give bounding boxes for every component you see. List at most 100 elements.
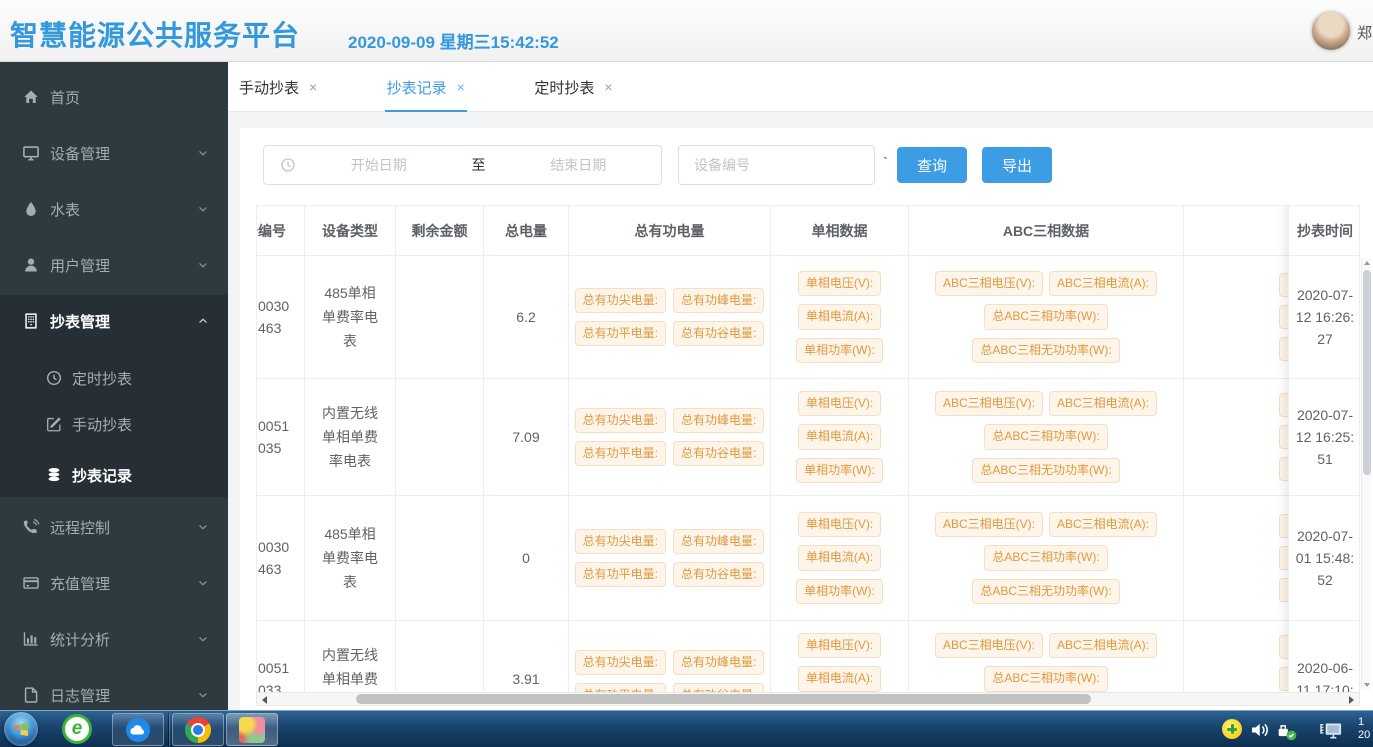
safety-360-tray-icon[interactable] bbox=[1222, 719, 1242, 739]
cell-device-type: 内置无线单相单费率电表 bbox=[305, 379, 396, 496]
sidebar-item-user-mgmt[interactable]: 用户管理 bbox=[0, 245, 228, 285]
clock-date-fragment: 20 bbox=[1358, 729, 1373, 742]
sidebar-item-statistics[interactable]: 统计分析 bbox=[0, 619, 228, 659]
usb-device-icon[interactable] bbox=[1275, 719, 1297, 741]
sidebar-item-remote-control[interactable]: 远程控制 bbox=[0, 507, 228, 547]
data-tag: 单相电压(V): bbox=[798, 633, 881, 658]
chevron-down-icon bbox=[196, 632, 210, 646]
water-drop-icon bbox=[22, 200, 40, 218]
query-button[interactable]: 查询 bbox=[897, 147, 967, 183]
table-row: 0030463 485单相单费率电表 6.2 总有功尖电量: 总有功峰电量: 总… bbox=[256, 256, 1360, 379]
sidebar-item-meter-reading-mgmt[interactable]: 抄表管理 bbox=[0, 301, 228, 341]
cell-device-type: 485单相单费率电表 bbox=[305, 256, 396, 379]
data-tag: 总有功峰电量: bbox=[673, 529, 764, 554]
database-icon bbox=[45, 466, 63, 484]
data-tag: ABC三相电压(V): bbox=[935, 271, 1043, 296]
data-tag: ABC三相电流(A): bbox=[1049, 633, 1157, 658]
export-button[interactable]: 导出 bbox=[982, 147, 1052, 183]
data-tag: ABC三相电压(V): bbox=[935, 633, 1043, 658]
taskbar-photos-button[interactable] bbox=[226, 713, 278, 746]
vertical-scrollbar bbox=[1361, 258, 1371, 690]
scroll-down-arrow[interactable] bbox=[1364, 683, 1370, 687]
chevron-down-icon bbox=[196, 576, 210, 590]
sidebar: 首页 设备管理 水表 用户管理 抄表管理 定时抄表 手动 bbox=[0, 62, 228, 710]
data-tag: 总ABC三相无功功率(W): bbox=[972, 458, 1119, 483]
start-date-placeholder: 开始日期 bbox=[296, 155, 462, 175]
sidebar-item-recharge-mgmt[interactable]: 充值管理 bbox=[0, 563, 228, 603]
username[interactable]: 郑 bbox=[1357, 22, 1372, 43]
scroll-right-arrow[interactable] bbox=[1349, 696, 1354, 704]
close-icon[interactable]: × bbox=[309, 79, 317, 95]
taskbar-clock[interactable]: 1 20 bbox=[1358, 716, 1373, 744]
device-number-input[interactable]: 设备编号 bbox=[678, 145, 875, 185]
table-scroll-content: 设备编号 设备类型 剩余金额 总电量 总有功电量 单相数据 ABC三相数据 00… bbox=[256, 206, 1360, 692]
sidebar-item-device-mgmt[interactable]: 设备管理 bbox=[0, 133, 228, 173]
data-tag: 总ABC三相功率(W): bbox=[984, 666, 1107, 691]
data-tag: 总ABC三相无功功率(W): bbox=[972, 579, 1119, 604]
data-tag: 总有功谷电量: bbox=[673, 683, 764, 692]
data-tag: 总ABC三相功率(W): bbox=[984, 304, 1107, 329]
chevron-down-icon bbox=[196, 258, 210, 272]
sidebar-item-log-mgmt[interactable]: 日志管理 bbox=[0, 675, 228, 715]
sidebar-item-water-meter[interactable]: 水表 bbox=[0, 189, 228, 229]
close-icon[interactable]: × bbox=[604, 79, 612, 95]
cell-single-phase-tags: 单相电压(V): 单相电流(A): 单相功率(W): bbox=[771, 379, 909, 496]
data-tag: 总有功尖电量: bbox=[575, 529, 666, 554]
bar-chart-icon bbox=[22, 630, 40, 648]
cell-device-no: 0051033 bbox=[256, 621, 305, 692]
data-tag: ABC三相电流(A): bbox=[1049, 391, 1157, 416]
cell-total-energy: 6.2 bbox=[484, 256, 569, 379]
table-row: 0051033 内置无线单相单费率电表 3.91 总有功尖电量: 总有功峰电量:… bbox=[256, 621, 1360, 692]
volume-icon[interactable] bbox=[1249, 719, 1271, 741]
data-tag: 总ABC三相无功功率(W): bbox=[972, 338, 1119, 363]
col-header-device-no: 设备编号 bbox=[256, 206, 305, 256]
user-avatar[interactable] bbox=[1311, 11, 1351, 51]
chevron-down-icon bbox=[196, 520, 210, 534]
data-tag: 单相电流(A): bbox=[798, 666, 881, 691]
scroll-left-arrow[interactable] bbox=[262, 696, 267, 704]
scroll-up-arrow[interactable] bbox=[1364, 261, 1370, 265]
taskbar-chrome-button[interactable] bbox=[172, 713, 224, 746]
cell-total-energy: 3.91 bbox=[484, 621, 569, 692]
fixed-column-body: 2020-07-12 16:26:27 2020-07-12 16:25:51 … bbox=[1289, 256, 1360, 692]
cell-balance bbox=[396, 379, 484, 496]
col-header-balance: 剩余金额 bbox=[396, 206, 484, 256]
chevron-down-icon bbox=[196, 202, 210, 216]
close-icon[interactable]: × bbox=[457, 79, 465, 95]
chevron-down-icon bbox=[196, 146, 210, 160]
cell-balance bbox=[396, 496, 484, 621]
cell-read-time: 2020-06-11 17:10: bbox=[1289, 621, 1360, 692]
data-tag: 总有功谷电量: bbox=[673, 321, 764, 346]
sidebar-item-scheduled-reading[interactable]: 定时抄表 bbox=[0, 358, 228, 398]
browser-360-button[interactable]: e bbox=[62, 714, 92, 744]
sidebar-item-reading-records[interactable]: 抄表记录 bbox=[0, 455, 228, 495]
data-tag: 单相电流(A): bbox=[798, 424, 881, 449]
end-date-placeholder: 结束日期 bbox=[496, 155, 662, 175]
sidebar-item-home[interactable]: 首页 bbox=[0, 77, 228, 117]
data-tag: 单相电压(V): bbox=[798, 271, 881, 296]
header-datetime: 2020-09-09 星期三15:42:52 bbox=[348, 28, 559, 53]
tab-scheduled-reading[interactable]: 定时抄表 × bbox=[532, 62, 614, 112]
meter-building-icon bbox=[22, 312, 40, 330]
table-row: 0030463 485单相单费率电表 0 总有功尖电量: 总有功峰电量: 总有功… bbox=[256, 496, 1360, 621]
device-number-placeholder: 设备编号 bbox=[694, 155, 750, 175]
tab-bar: 手动抄表 × 抄表记录 × 定时抄表 × bbox=[228, 62, 1373, 112]
tab-reading-records[interactable]: 抄表记录 × bbox=[385, 62, 467, 112]
clock-icon bbox=[280, 157, 296, 173]
cell-single-phase-tags: 单相电压(V): 单相电流(A): 单相功率(W): bbox=[771, 256, 909, 379]
start-button[interactable] bbox=[4, 712, 38, 746]
data-tag: 总有功平电量: bbox=[575, 321, 666, 346]
cell-device-no: 0030463 bbox=[256, 496, 305, 621]
date-range-picker[interactable]: 开始日期 至 结束日期 bbox=[263, 145, 662, 185]
table-header-row: 设备编号 设备类型 剩余金额 总电量 总有功电量 单相数据 ABC三相数据 bbox=[256, 206, 1360, 256]
data-tag: 总有功尖电量: bbox=[575, 408, 666, 433]
network-icon[interactable] bbox=[1318, 719, 1344, 741]
vertical-scrollbar-thumb[interactable] bbox=[1363, 270, 1371, 475]
taskbar-qq-browser-button[interactable] bbox=[112, 713, 164, 746]
taskbar-separator bbox=[168, 713, 170, 746]
sidebar-item-manual-reading[interactable]: 手动抄表 bbox=[0, 404, 228, 444]
user-icon bbox=[22, 256, 40, 274]
horizontal-scrollbar-thumb[interactable] bbox=[356, 694, 1091, 704]
tab-manual-reading[interactable]: 手动抄表 × bbox=[237, 62, 319, 112]
data-tag: ABC三相电压(V): bbox=[935, 512, 1043, 537]
